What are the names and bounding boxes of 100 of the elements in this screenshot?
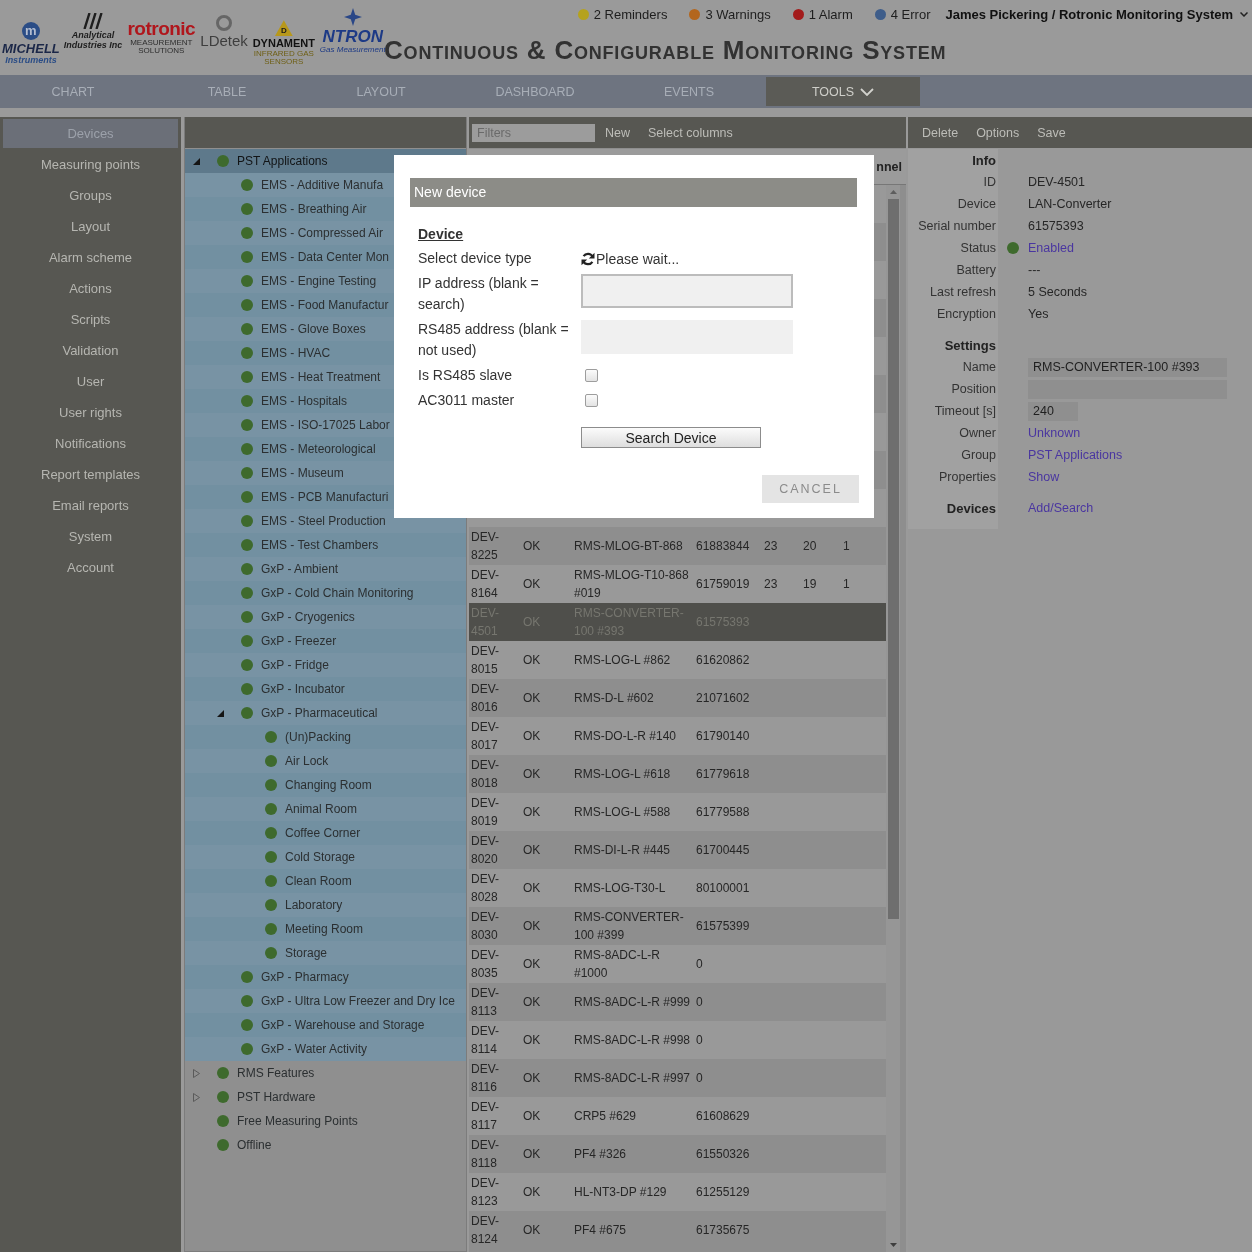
tree-item[interactable]: GxP - Fridge — [185, 653, 466, 677]
tree-item[interactable]: Cold Storage — [185, 845, 466, 869]
scroll-up-icon[interactable] — [889, 190, 897, 194]
sidebar-item[interactable]: Account — [3, 553, 178, 582]
nav-tab[interactable]: CHART — [0, 77, 150, 106]
status-dot-icon — [241, 635, 253, 647]
dialog-title: New device — [410, 178, 857, 207]
tree-item[interactable]: GxP - Ambient — [185, 557, 466, 581]
table-cell-text: RMS-8ADC-L-R #1000 — [574, 947, 661, 982]
scrollbar-thumb[interactable] — [887, 199, 899, 919]
tree-item[interactable]: Clean Room — [185, 869, 466, 893]
status-dot-icon — [241, 419, 253, 431]
sidebar-item[interactable]: System — [3, 522, 178, 551]
sidebar-item[interactable]: Report templates — [3, 460, 178, 489]
table-row[interactable]: DEV-8035 OK RMS-8ADC-L-R #1000 0 — [469, 945, 886, 983]
table-cell-text: 61759019 — [696, 576, 751, 593]
tree-item[interactable]: PST Hardware — [185, 1085, 466, 1109]
tree-item[interactable]: Offline — [185, 1133, 466, 1157]
sidebar-item[interactable]: Measuring points — [3, 150, 178, 179]
toolbar-button[interactable]: Select columns — [639, 121, 742, 144]
tree-item[interactable]: Meeting Room — [185, 917, 466, 941]
checkbox[interactable] — [585, 369, 598, 382]
sidebar-item[interactable]: Alarm scheme — [3, 243, 178, 272]
table-cell-text: RMS-LOG-T30-L — [574, 880, 667, 897]
tree-item[interactable]: Air Lock — [185, 749, 466, 773]
search-button[interactable]: Search Device — [581, 427, 761, 448]
table-row[interactable]: DEV-8028 OK RMS-LOG-T30-L 80100001 — [469, 869, 886, 907]
tree-item[interactable]: GxP - Pharmacy — [185, 965, 466, 989]
alert-link[interactable]: 3 Warnings — [689, 6, 771, 22]
table-cell-text: DEV-8123 — [470, 1175, 500, 1210]
tree-item[interactable]: EMS - Test Chambers — [185, 533, 466, 557]
number-field[interactable]: 240 — [1028, 401, 1078, 421]
checkbox[interactable] — [585, 394, 598, 407]
column-header: nnel — [876, 159, 902, 174]
alert-link[interactable]: 2 Reminders — [577, 6, 668, 22]
tree-item[interactable]: GxP - Freezer — [185, 629, 466, 653]
expanded-arrow-icon[interactable] — [193, 157, 200, 165]
tree-item[interactable]: Free Measuring Points — [185, 1109, 466, 1133]
field-link[interactable]: Unknown — [1028, 426, 1081, 440]
ring-logo-icon — [216, 14, 233, 31]
sidebar-item[interactable]: Actions — [3, 274, 178, 303]
table-row[interactable]: DEV-8019 OK RMS-LOG-L #588 61779588 — [469, 793, 886, 831]
cancel-button[interactable]: CANCEL — [762, 475, 859, 503]
table-row[interactable]: DEV-8114 OK RMS-8ADC-L-R #998 0 — [469, 1021, 886, 1059]
toolbar-button[interactable]: Save — [1028, 121, 1075, 144]
sidebar-item[interactable]: Groups — [3, 181, 178, 210]
tree-item[interactable]: GxP - Cryogenics — [185, 605, 466, 629]
table-cell-text: HL-NT3-DP #129 — [574, 1184, 668, 1201]
field-link[interactable]: Show — [1028, 470, 1060, 484]
alert-link[interactable]: 1 Alarm — [792, 6, 853, 22]
nav-tab[interactable]: EVENTS — [612, 77, 766, 106]
expanded-arrow-icon[interactable] — [217, 709, 224, 717]
alert-link[interactable]: 4 Error — [874, 6, 931, 22]
table-cell-text: 19 — [803, 576, 818, 593]
user-menu[interactable]: James Pickering / Rotronic Monitoring System — [945, 6, 1248, 22]
sidebar-item[interactable]: Scripts — [3, 305, 178, 334]
sidebar-item[interactable]: User — [3, 367, 178, 396]
table-row[interactable]: DEV-8017 OK RMS-DO-L-R #140 61790140 — [469, 717, 886, 755]
tree-item[interactable]: GxP - Cold Chain Monitoring — [185, 581, 466, 605]
text-field[interactable]: RMS-CONVERTER-100 #393 — [1028, 357, 1227, 377]
tree-item[interactable]: GxP - Warehouse and Storage — [185, 1013, 466, 1037]
nav-tab[interactable]: TABLE — [150, 77, 304, 106]
table-row[interactable]: DEV-8117 OK CRP5 #629 61608629 — [469, 1097, 886, 1135]
tree-item[interactable]: Laboratory — [185, 893, 466, 917]
field-link[interactable]: PST Applications — [1028, 448, 1123, 462]
toolbar-button[interactable]: Options — [967, 121, 1029, 144]
sidebar-item[interactable]: User rights — [3, 398, 178, 427]
toolbar-button[interactable]: New — [596, 121, 639, 144]
table-row[interactable]: DEV-8123 OK HL-NT3-DP #129 61255129 — [469, 1173, 886, 1211]
collapsed-arrow-icon[interactable] — [193, 1068, 200, 1078]
tree-item[interactable]: GxP - Incubator — [185, 677, 466, 701]
field-label: Name — [961, 360, 997, 374]
tree-item[interactable]: GxP - Ultra Low Freezer and Dry Ice — [185, 989, 466, 1013]
sidebar-item[interactable]: Validation — [3, 336, 178, 365]
nav-tab[interactable]: DASHBOARD — [458, 77, 612, 106]
tree-item[interactable]: Animal Room — [185, 797, 466, 821]
text-field[interactable] — [581, 274, 793, 308]
status-link[interactable]: Enabled — [1028, 241, 1074, 255]
field-label: Serial number — [917, 219, 997, 233]
tree-item[interactable]: (Un)Packing — [185, 725, 466, 749]
tree-item[interactable]: GxP - Water Activity — [185, 1037, 466, 1061]
field-value: 61575393 — [1028, 219, 1084, 233]
nav-tab[interactable]: LAYOUT — [304, 77, 458, 106]
sidebar-item[interactable]: Email reports — [3, 491, 178, 520]
table-cell-text: DEV-8028 — [470, 871, 500, 906]
table-cell-text: DEV-8017 — [470, 719, 500, 754]
collapsed-arrow-icon[interactable] — [193, 1092, 200, 1102]
sidebar-item[interactable]: Layout — [3, 212, 178, 241]
tree-item[interactable]: Coffee Corner — [185, 821, 466, 845]
toolbar-button[interactable]: Delete — [913, 121, 968, 144]
nav-tab[interactable]: TOOLS — [766, 77, 920, 106]
tree-item[interactable]: Changing Room — [185, 773, 466, 797]
scrollbar[interactable] — [886, 185, 900, 1252]
table-row[interactable]: DEV-8015 OK RMS-LOG-L #862 61620862 — [469, 641, 886, 679]
tree-item[interactable]: Storage — [185, 941, 466, 965]
tree-item[interactable]: GxP - Pharmaceutical — [185, 701, 466, 725]
action-link[interactable]: Add/Search — [1028, 501, 1094, 515]
scroll-down-icon[interactable] — [889, 1243, 897, 1247]
sidebar-item[interactable]: Notifications — [3, 429, 178, 458]
tree-item[interactable]: RMS Features — [185, 1061, 466, 1085]
